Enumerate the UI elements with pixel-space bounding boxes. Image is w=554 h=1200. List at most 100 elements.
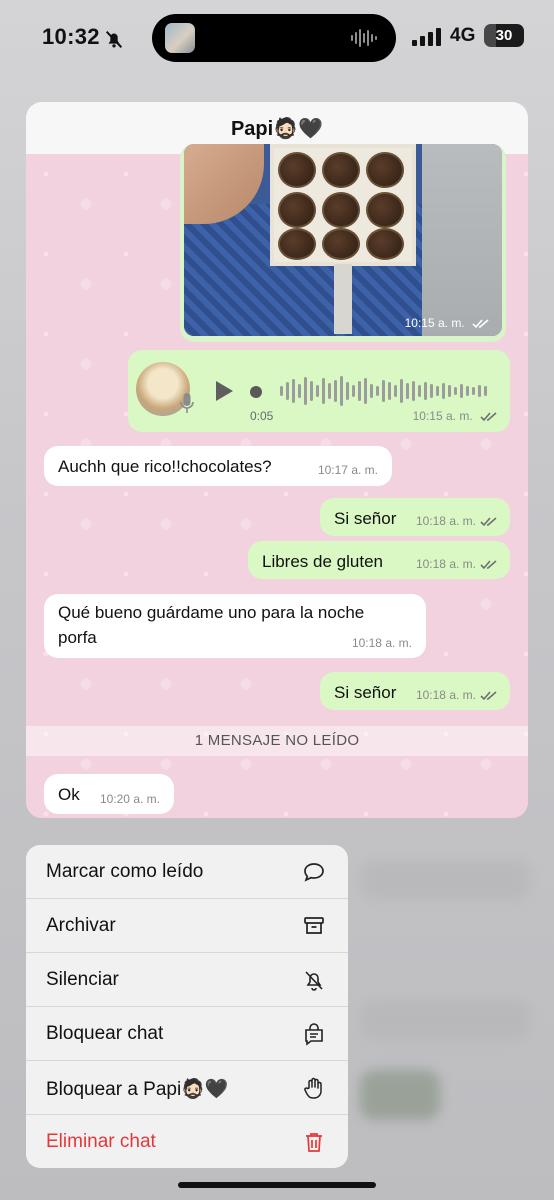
- message-text: Si señor: [334, 683, 397, 702]
- waveform-bar: [442, 383, 445, 399]
- message-text-line: Qué bueno guárdame uno para la noche: [58, 603, 365, 622]
- chocolate: [278, 228, 316, 260]
- waveform-bar: [352, 385, 355, 397]
- background-blur: [360, 860, 530, 900]
- message-time-text: 10:18 a. m.: [415, 688, 476, 702]
- cellular-signal-icon: [412, 28, 441, 46]
- chat-title: Papi🧔🏻🖤: [230, 118, 324, 140]
- waveform-bar: [412, 381, 415, 401]
- menu-item-label: Bloquear chat: [46, 1023, 164, 1044]
- message-time: 10:18 a. m.: [416, 557, 498, 571]
- hand-icon: [304, 1077, 322, 1099]
- play-icon[interactable]: [214, 380, 234, 402]
- waveform-bar: [280, 386, 283, 396]
- menu-item-mute[interactable]: Silenciar: [26, 953, 348, 1007]
- message-text: Ok: [58, 785, 80, 804]
- incoming-message[interactable]: Ok 10:20 a. m.: [44, 774, 174, 814]
- waveform-bar: [454, 387, 457, 395]
- message-time-text: 10:18 a. m.: [415, 557, 476, 571]
- waveform-bar: [388, 382, 391, 400]
- outgoing-message[interactable]: Si señor 10:18 a. m.: [320, 498, 510, 536]
- waveform-bar: [298, 384, 301, 398]
- menu-item-label: Marcar como leído: [46, 861, 204, 882]
- battery-percent: 30: [495, 27, 513, 44]
- message-time: 10:17 a. m.: [317, 463, 378, 477]
- unread-messages-divider: 1 MENSAJE NO LEÍDO: [26, 726, 528, 756]
- chocolate: [322, 192, 360, 228]
- chocolate: [366, 152, 404, 188]
- waveform-bar: [370, 384, 373, 398]
- waveform-bar: [292, 379, 295, 403]
- message-time: 10:18 a. m.: [416, 514, 498, 528]
- waveform-bar: [424, 382, 427, 400]
- waveform-bar: [430, 384, 433, 398]
- outgoing-message[interactable]: Libres de gluten 10:18 a. m.: [248, 541, 510, 579]
- chocolate: [278, 192, 316, 228]
- microphone-icon: [180, 393, 194, 413]
- waveform-bar: [484, 386, 487, 396]
- waveform-bar: [394, 385, 397, 397]
- chocolate: [366, 228, 404, 260]
- battery-indicator: 30: [484, 24, 524, 47]
- menu-item-lock-chat[interactable]: Bloquear chat: [26, 1007, 348, 1061]
- waveform-bar: [334, 380, 337, 402]
- waveform-bar: [328, 383, 331, 399]
- chocolates-photo[interactable]: 10:15 a. m.: [184, 144, 502, 336]
- trash-icon: [306, 1133, 322, 1152]
- waveform-bar: [466, 386, 469, 396]
- message-time-text: 10:18 a. m.: [415, 514, 476, 528]
- waveform-bar: [358, 381, 361, 401]
- waveform-bar: [418, 385, 421, 397]
- incoming-message[interactable]: Auchh que rico!!chocolates? 10:17 a. m.: [44, 446, 392, 486]
- audio-waveform-icon: [351, 29, 377, 47]
- voice-message[interactable]: 0:05 10:15 a. m.: [128, 350, 510, 432]
- status-bar: 10:32 4G 30: [0, 0, 554, 80]
- photo-message[interactable]: 10:15 a. m.: [180, 144, 506, 342]
- chat-preview[interactable]: Papi🧔🏻🖤 10:15 a. m. 0:05 10:15 a. m. Auc…: [26, 102, 528, 818]
- read-ticks-icon: [480, 691, 497, 701]
- background-blur: [360, 1070, 440, 1120]
- read-ticks-icon: [480, 412, 497, 422]
- menu-item-archive[interactable]: Archivar: [26, 899, 348, 953]
- waveform-bar: [460, 384, 463, 398]
- chat-bubble-icon: [304, 863, 324, 882]
- home-indicator[interactable]: [178, 1182, 376, 1188]
- locked-chat-icon: [305, 1023, 323, 1046]
- waveform-bar: [406, 383, 409, 399]
- waveform-bar: [346, 382, 349, 400]
- waveform-bar: [286, 382, 289, 400]
- message-time: 10:18 a. m.: [351, 636, 412, 650]
- voice-time-text: 10:15 a. m.: [412, 409, 473, 423]
- archive-icon: [304, 917, 324, 934]
- menu-item-delete-chat[interactable]: Eliminar chat: [26, 1115, 348, 1168]
- waveform-bar: [304, 377, 307, 405]
- message-text: Auchh que rico!!chocolates?: [58, 457, 272, 476]
- menu-item-block-contact[interactable]: Bloquear a Papi🧔🏻🖤: [26, 1061, 348, 1115]
- read-ticks-icon: [472, 319, 489, 329]
- message-time: 10:18 a. m.: [416, 688, 498, 702]
- waveform-bar: [364, 378, 367, 404]
- photo-floor: [422, 144, 502, 336]
- incoming-message[interactable]: Qué bueno guárdame uno para la noche por…: [44, 594, 426, 658]
- read-ticks-icon: [480, 560, 497, 570]
- waveform-bar: [472, 387, 475, 395]
- chocolate-box: [270, 144, 416, 266]
- dynamic-island[interactable]: [152, 14, 396, 62]
- outgoing-message[interactable]: Si señor 10:18 a. m.: [320, 672, 510, 710]
- message-time: 10:15 a. m.: [405, 316, 490, 330]
- voice-duration: 0:05: [250, 409, 274, 423]
- background-blur: [360, 1000, 530, 1040]
- message-text: Si señor: [334, 509, 397, 528]
- playback-position-dot[interactable]: [250, 386, 262, 398]
- menu-item-mark-read[interactable]: Marcar como leído: [26, 845, 348, 899]
- menu-item-label: Bloquear a Papi🧔🏻🖤: [46, 1079, 229, 1100]
- voice-waveform[interactable]: [278, 374, 492, 408]
- menu-item-label: Silenciar: [46, 969, 119, 990]
- waveform-bar: [436, 386, 439, 396]
- waveform-bar: [376, 386, 379, 396]
- chocolate: [278, 152, 316, 188]
- waveform-bar: [382, 380, 385, 402]
- now-playing-thumbnail: [165, 23, 195, 53]
- chocolate: [366, 192, 404, 228]
- bell-slash-icon: [105, 30, 123, 48]
